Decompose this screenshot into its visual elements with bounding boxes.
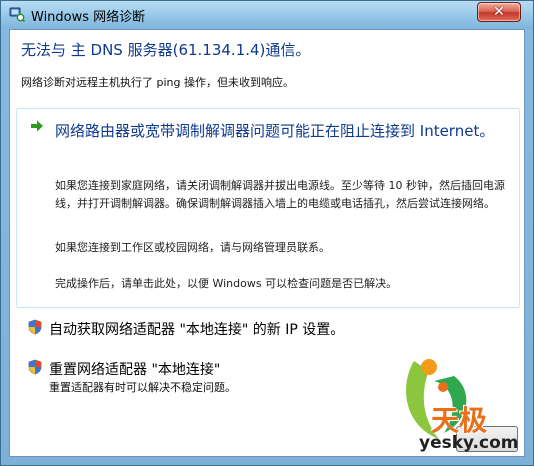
window-title: Windows 网络诊断	[31, 10, 146, 25]
title-bar[interactable]: Windows 网络诊断 ✕	[1, 1, 533, 29]
uac-shield-icon	[28, 319, 42, 335]
uac-shield-icon	[28, 359, 42, 375]
watermark-url: yesky.com	[419, 433, 519, 453]
error-heading: 无法与 主 DNS 服务器(61.134.1.4)通信。	[21, 41, 311, 59]
primary-solution-title: 网络路由器或宽带调制解调器问题可能正在阻止连接到 Internet。	[55, 122, 495, 140]
close-button[interactable]: ✕	[477, 2, 521, 22]
close-icon: ✕	[493, 4, 505, 20]
primary-solution-option[interactable]: 网络路由器或宽带调制解调器问题可能正在阻止连接到 Internet。 如果您连接…	[16, 108, 520, 308]
reset-adapter-description: 重置适配器有时可以解决不稳定问题。	[49, 381, 236, 394]
error-description: 网络诊断对远程主机执行了 ping 操作，但未收到响应。	[21, 76, 294, 89]
solution-detail-work: 如果您连接到工作区或校园网络，请与网络管理员联系。	[55, 241, 330, 254]
green-arrow-icon	[31, 120, 43, 132]
renew-ip-option[interactable]: 自动获取网络适配器 "本地连接" 的新 IP 设置。	[49, 319, 344, 339]
diagnostics-window: Windows 网络诊断 ✕ 无法与 主 DNS 服务器(61.134.1.4)…	[0, 0, 534, 466]
solution-detail-recheck: 完成操作后，请单击此处，以便 Windows 可以检查问题是否已解决。	[55, 277, 398, 290]
network-diagnostics-icon	[9, 7, 25, 22]
reset-adapter-option[interactable]: 重置网络适配器 "本地连接"	[49, 359, 220, 379]
solution-detail-home: 如果您连接到家庭网络，请关闭调制解调器并拔出电源线。至少等待 10 秒钟，然后插…	[55, 179, 505, 210]
